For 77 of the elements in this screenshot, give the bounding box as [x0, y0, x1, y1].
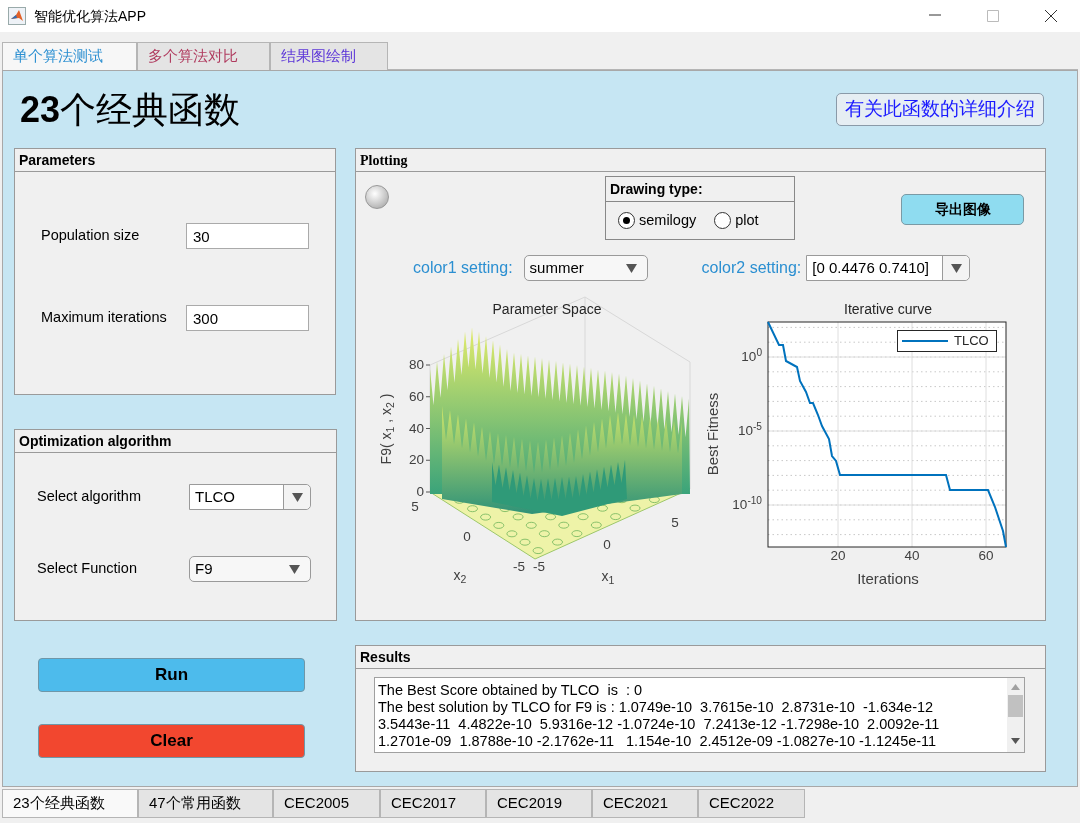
tick-label: -5	[533, 560, 545, 574]
radio-button[interactable]	[618, 212, 635, 229]
axis-label: x$_{1}$	[601, 569, 615, 583]
field-label: Select algorithm	[37, 487, 142, 507]
tick-label: 10$^{0}$	[740, 350, 762, 364]
field-label: Maximum iterations	[41, 308, 168, 328]
tab[interactable]: CEC2021	[592, 789, 698, 818]
radio-label: semilogy	[639, 210, 697, 230]
scroll-thumb[interactable]	[1008, 695, 1023, 717]
tick-label: 0	[603, 538, 611, 552]
tick-label: 40	[408, 421, 424, 436]
window-title: 智能优化算法APP	[34, 6, 146, 26]
axis-label: Iterations	[857, 570, 919, 586]
tick-label: 5	[671, 516, 679, 530]
field-label: Select Function	[37, 559, 138, 579]
tab[interactable]: 23个经典函数	[2, 789, 138, 818]
tab[interactable]: CEC2022	[698, 789, 805, 818]
field-label: color1 setting:	[413, 258, 513, 278]
axis-label: Best Fitness	[704, 392, 720, 476]
legend-line-icon	[902, 340, 948, 342]
group-title: Drawing type:	[610, 179, 703, 199]
result-line: The best solution by TLCO for F9 is : 1.0749e-10 3.7615e-10 2.8731e-10 -1.634e-12	[378, 699, 935, 716]
tick-label: 60	[978, 549, 994, 563]
tick-label: 80	[408, 358, 424, 372]
tick-label: 60	[408, 390, 424, 404]
tick-label: -5	[513, 560, 525, 574]
tab[interactable]: 结果图绘制	[270, 42, 388, 70]
input-field[interactable]: 300	[186, 305, 309, 331]
result-line: The Best Score obtained by TLCO is : 0	[378, 682, 644, 699]
panel-title: Results	[360, 647, 411, 667]
tab[interactable]: 47个常用函数	[138, 789, 273, 818]
dropdown[interactable]: F9	[189, 556, 311, 582]
tick-label: 40	[904, 549, 920, 563]
result-line: 1.2701e-09 1.8788e-10 -2.1762e-11 1.154e-10 2.4512e-09 -1.0827e-10 -1.1245e-11	[378, 733, 938, 750]
app-icon	[8, 7, 26, 25]
tab[interactable]: CEC2019	[486, 789, 592, 818]
tick-label: 0	[416, 485, 424, 499]
field-label: color2 setting:	[701, 258, 802, 278]
chart-title: Parameter Space	[492, 302, 602, 316]
dropdown[interactable]: [0 0.4476 0.7410]	[806, 255, 971, 281]
export-button[interactable]: 导出图像	[901, 194, 1024, 225]
caret-icon	[291, 492, 303, 502]
result-line: 3.5443e-11 4.4822e-10 5.9316e-12 -1.0724e-10 7.2413e-12 -1.7298e-10 2.0092e-11	[378, 716, 941, 733]
input-field[interactable]: 30	[186, 223, 309, 249]
caret-icon	[625, 263, 637, 273]
legend-label: TLCO	[954, 332, 989, 351]
tick-label: 20	[830, 549, 846, 563]
tick-label: 20	[408, 453, 424, 467]
scroll-up-icon	[1011, 684, 1020, 690]
chart-title: Iterative curve	[844, 302, 932, 316]
panel-title: Plotting	[360, 151, 408, 170]
caret-icon	[950, 263, 962, 273]
axis-label: x$_{2}$	[453, 568, 467, 582]
action-button[interactable]: Run	[38, 658, 305, 692]
heading: 23个经典函数	[20, 87, 241, 132]
dropdown[interactable]: TLCO	[189, 484, 311, 510]
tab[interactable]: CEC2005	[273, 789, 380, 818]
info-button[interactable]: 有关此函数的详细介绍	[836, 93, 1044, 126]
panel-title: Optimization algorithm	[19, 431, 172, 451]
tick-label: 0	[463, 530, 471, 544]
close-icon[interactable]	[1045, 10, 1057, 22]
dropdown[interactable]: summer	[523, 255, 648, 281]
radio-label: plot	[735, 210, 759, 230]
tick-label: 10$^{-10}$	[731, 498, 762, 512]
results-text-area[interactable]	[374, 677, 1025, 753]
caret-icon	[289, 564, 300, 574]
action-button[interactable]: Clear	[38, 724, 305, 758]
scroll-down-icon	[1011, 738, 1020, 744]
field-label: Population size	[41, 226, 141, 246]
panel-title: Parameters	[19, 150, 96, 170]
tab[interactable]: 多个算法对比	[137, 42, 270, 70]
radio-button[interactable]	[714, 212, 732, 229]
tick-label: 5	[411, 500, 419, 514]
tick-label: 10$^{-5}$	[736, 424, 762, 438]
scrollbar[interactable]	[1007, 678, 1024, 752]
lamp-icon	[365, 185, 389, 209]
tab[interactable]: CEC2017	[380, 789, 486, 818]
